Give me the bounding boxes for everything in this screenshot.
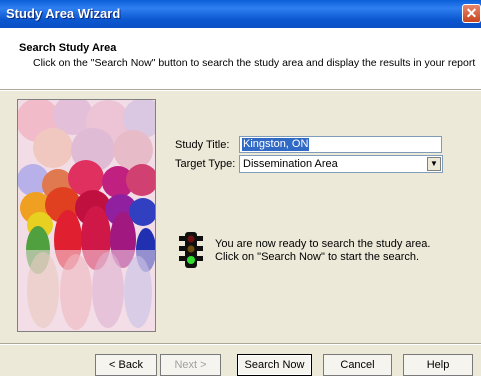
window-title: Study Area Wizard xyxy=(6,6,121,21)
ready-message: You are now ready to search the study ar… xyxy=(215,238,430,264)
target-type-label: Target Type: xyxy=(175,158,236,170)
study-title-label: Study Title: xyxy=(175,139,230,151)
page-title: Search Study Area xyxy=(19,42,117,54)
bubbles-illustration xyxy=(18,100,155,331)
footer-divider-highlight xyxy=(0,344,481,345)
study-title-value: Kingston, ON xyxy=(242,138,310,151)
wizard-header: Search Study Area Click on the "Search N… xyxy=(0,28,481,90)
target-type-select[interactable]: Dissemination Area ▼ xyxy=(239,155,443,173)
wizard-illustration xyxy=(17,99,156,332)
back-button[interactable]: < Back xyxy=(95,354,157,376)
next-button[interactable]: Next > xyxy=(160,354,221,376)
ready-message-line1: You are now ready to search the study ar… xyxy=(215,238,431,250)
traffic-light-icon xyxy=(179,232,203,268)
title-bar: Study Area Wizard ✕ xyxy=(0,0,481,28)
help-button[interactable]: Help xyxy=(403,354,473,376)
header-divider xyxy=(0,90,481,91)
cancel-button[interactable]: Cancel xyxy=(323,354,392,376)
close-button[interactable]: ✕ xyxy=(462,4,481,23)
study-title-field[interactable]: Kingston, ON xyxy=(239,136,442,153)
ready-message-line2: Click on "Search Now" to start the searc… xyxy=(215,251,420,263)
target-type-value: Dissemination Area xyxy=(243,158,338,170)
page-description: Click on the "Search Now" button to sear… xyxy=(33,57,476,69)
chevron-down-icon[interactable]: ▼ xyxy=(427,157,441,171)
search-now-button[interactable]: Search Now xyxy=(237,354,312,376)
